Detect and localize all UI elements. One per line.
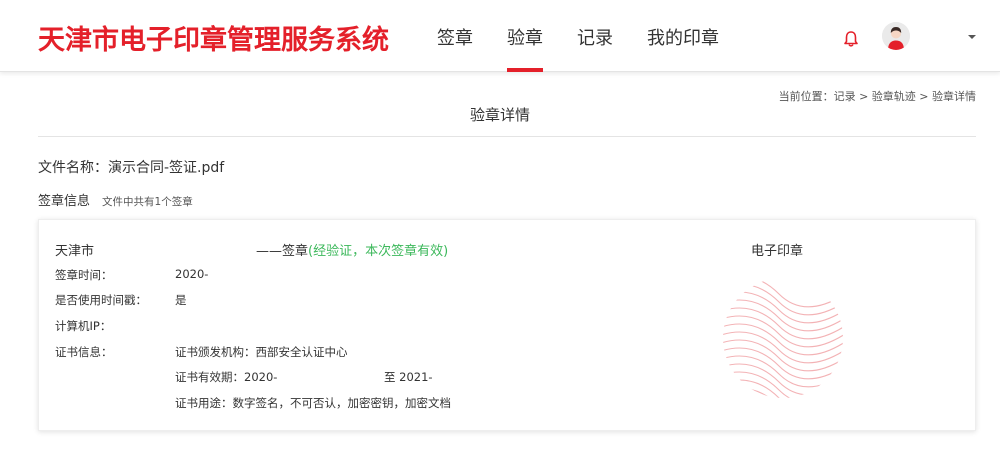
page-title: 验章详情 — [469, 106, 530, 124]
chevron-down-icon[interactable] — [966, 32, 978, 42]
file-name-label: 文件名称： — [38, 160, 108, 176]
timestamp-label: 是否使用时间戳： — [55, 293, 147, 307]
signature-info-heading: 签章信息 文件中共有1个签章 — [38, 190, 193, 209]
certificate-issuer: 证书颁发机构：西部安全认证中心 — [175, 345, 348, 359]
certificate-info-label: 证书信息： — [55, 345, 113, 359]
certificate-usage: 证书用途：数字签名，不可否认，加密密钥，加密文档 — [175, 396, 451, 410]
signature-info-title: 签章信息 — [38, 194, 91, 209]
signature-status: ——签章(经验证，本次签章有效) — [256, 240, 448, 259]
signer-name: 天津市 — [55, 244, 95, 259]
seal-label: 电子印章 — [751, 244, 804, 259]
app-logo-title[interactable]: 天津市电子印章管理服务系统 — [38, 18, 389, 57]
breadcrumb: 当前位置：记录 > 验章轨迹 > 验章详情 — [778, 90, 976, 103]
timestamp-value: 是 — [175, 293, 187, 307]
file-name-row: 文件名称：演示合同-签证.pdf — [38, 157, 224, 177]
nav-verify[interactable]: 验章 — [490, 0, 560, 72]
nav-my-seals[interactable]: 我的印章 — [630, 0, 736, 72]
title-divider — [38, 136, 976, 137]
seal-watermark — [723, 278, 843, 398]
main-nav: 签章 验章 记录 我的印章 — [420, 0, 736, 72]
user-avatar-icon — [882, 22, 910, 50]
top-header: 天津市电子印章管理服务系统 签章 验章 记录 我的印章 — [0, 0, 1000, 72]
file-name-value: 演示合同-签证.pdf — [108, 160, 225, 176]
sign-time-label: 签章时间： — [55, 268, 113, 282]
computer-ip-label: 计算机IP： — [55, 319, 112, 333]
valid-status-text: (经验证，本次签章有效) — [308, 244, 449, 259]
sign-time-value: 2020- — [175, 267, 209, 281]
signature-count-text: 文件中共有1个签章 — [102, 196, 193, 208]
nav-sign[interactable]: 签章 — [420, 0, 490, 72]
signature-card: 天津市 ——签章(经验证，本次签章有效) 电子印章 签章时间： 2020- 是否… — [38, 219, 976, 431]
avatar[interactable] — [882, 22, 910, 50]
certificate-validity-to: 至 2021- — [384, 370, 433, 384]
certificate-validity-from: 证书有效期：2020- — [175, 370, 278, 384]
bell-icon[interactable] — [843, 30, 859, 48]
nav-records[interactable]: 记录 — [560, 0, 630, 72]
signature-dash-label: ——签章 — [256, 244, 309, 259]
